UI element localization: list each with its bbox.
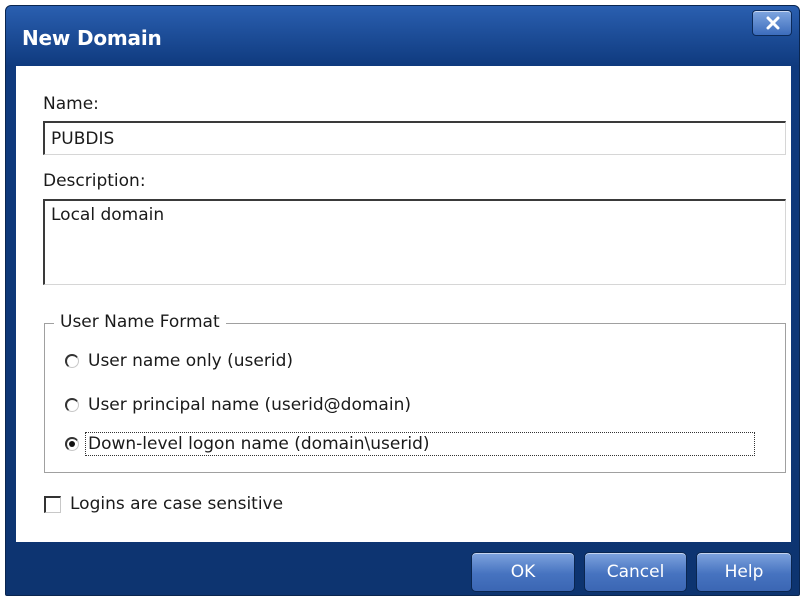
radio-button-selected[interactable] <box>65 437 79 451</box>
name-label: Name: <box>43 94 99 114</box>
close-icon <box>766 16 780 30</box>
radio-user-name-only[interactable]: User name only (userid) <box>65 348 293 374</box>
case-sensitive-option[interactable]: Logins are case sensitive <box>44 494 283 514</box>
radio-label: Down-level logon name (domain\userid) <box>85 432 755 456</box>
radio-selected-dot <box>69 441 75 447</box>
dialog-body: Name: Description: Local domain User Nam… <box>16 66 791 542</box>
name-field[interactable] <box>43 121 786 155</box>
radio-button[interactable] <box>65 398 79 412</box>
title-bar[interactable]: New Domain <box>6 6 799 64</box>
radio-label: User name only (userid) <box>88 351 293 371</box>
user-name-format-legend: User Name Format <box>54 312 226 332</box>
description-field[interactable]: Local domain <box>43 199 786 285</box>
new-domain-dialog: New Domain Name: Description: Local doma… <box>5 5 800 596</box>
case-sensitive-label: Logins are case sensitive <box>70 494 284 514</box>
description-label: Description: <box>43 171 146 191</box>
close-button[interactable] <box>752 10 792 36</box>
case-sensitive-checkbox[interactable] <box>44 495 61 513</box>
radio-button[interactable] <box>65 354 79 368</box>
cancel-button[interactable]: Cancel <box>584 552 687 592</box>
radio-user-principal-name[interactable]: User principal name (userid@domain) <box>65 392 411 418</box>
ok-button[interactable]: OK <box>471 552 575 592</box>
radio-label: User principal name (userid@domain) <box>88 395 411 415</box>
user-name-format-group: User Name Format User name only (userid)… <box>44 312 786 473</box>
radio-down-level-logon-name[interactable]: Down-level logon name (domain\userid) <box>65 431 755 457</box>
dialog-title: New Domain <box>22 26 162 50</box>
help-button[interactable]: Help <box>696 552 792 592</box>
